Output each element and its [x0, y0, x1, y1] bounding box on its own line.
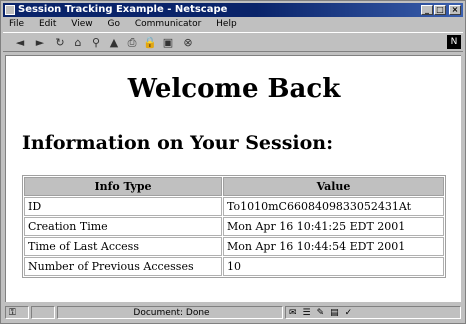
page-content[interactable]: Welcome Back Information on Your Session… — [5, 55, 461, 302]
session-info-table: Info Type Value ID To1010mC6608409833052… — [22, 175, 446, 278]
value-cell: To1010mC6608409833052431At — [223, 197, 444, 216]
window-title: Session Tracking Example - Netscape — [18, 4, 228, 15]
security-icon[interactable]: 🔒 — [143, 36, 157, 49]
menu-communicator[interactable]: Communicator — [135, 19, 201, 29]
stop-icon[interactable]: ⊗ — [181, 36, 195, 49]
menu-edit[interactable]: Edit — [39, 19, 56, 29]
maximize-button[interactable]: □ — [434, 5, 446, 15]
menu-help[interactable]: Help — [216, 19, 237, 29]
value-cell: Mon Apr 16 10:41:25 EDT 2001 — [223, 217, 444, 236]
value-cell: 10 — [223, 257, 444, 276]
netscape-logo-icon: N — [447, 35, 461, 49]
close-button[interactable]: × — [449, 5, 461, 15]
netscape-guide-icon[interactable]: ▲ — [107, 36, 121, 49]
table-row: Time of Last Access Mon Apr 16 10:44:54 … — [24, 237, 444, 256]
menu-bar: File Edit View Go Communicator Help — [3, 18, 463, 31]
minimize-button[interactable]: _ — [421, 5, 433, 15]
title-bar[interactable]: Session Tracking Example - Netscape _ □ … — [3, 3, 463, 17]
menu-view[interactable]: View — [71, 19, 92, 29]
reload-icon[interactable]: ↻ — [53, 36, 67, 49]
table-header-row: Info Type Value — [24, 177, 444, 196]
shop-icon[interactable]: ▣ — [161, 36, 175, 49]
search-icon[interactable]: ⚲ — [89, 36, 103, 49]
progress-panel — [31, 306, 55, 319]
forward-icon[interactable]: ► — [33, 36, 47, 49]
table-row: ID To1010mC6608409833052431At — [24, 197, 444, 216]
session-info-heading: Information on Your Session: — [22, 132, 334, 154]
info-type-cell: Creation Time — [24, 217, 222, 236]
netscape-app-icon[interactable] — [5, 5, 15, 15]
security-lock-icon[interactable]: ⚿ — [5, 306, 29, 319]
table-row: Number of Previous Accesses 10 — [24, 257, 444, 276]
table-row: Creation Time Mon Apr 16 10:41:25 EDT 20… — [24, 217, 444, 236]
column-header-info-type: Info Type — [24, 177, 222, 196]
component-bar[interactable]: ✉☰✎▤✓ — [285, 306, 461, 319]
menu-file[interactable]: File — [9, 19, 24, 29]
page-heading: Welcome Back — [127, 74, 341, 104]
info-type-cell: Number of Previous Accesses — [24, 257, 222, 276]
home-icon[interactable]: ⌂ — [71, 36, 85, 49]
value-cell: Mon Apr 16 10:44:54 EDT 2001 — [223, 237, 444, 256]
info-type-cell: Time of Last Access — [24, 237, 222, 256]
browser-window: Session Tracking Example - Netscape _ □ … — [0, 0, 466, 324]
status-text: Document: Done — [57, 306, 283, 319]
print-icon[interactable]: ⎙ — [125, 36, 139, 49]
column-header-value: Value — [223, 177, 444, 196]
navigation-toolbar: ◄ ► ↻ ⌂ ⚲ ▲ ⎙ 🔒 ▣ ⊗ N — [3, 32, 463, 52]
back-icon[interactable]: ◄ — [13, 36, 27, 49]
info-type-cell: ID — [24, 197, 222, 216]
menu-go[interactable]: Go — [107, 19, 119, 29]
status-bar: ⚿ Document: Done ✉☰✎▤✓ — [3, 305, 463, 321]
